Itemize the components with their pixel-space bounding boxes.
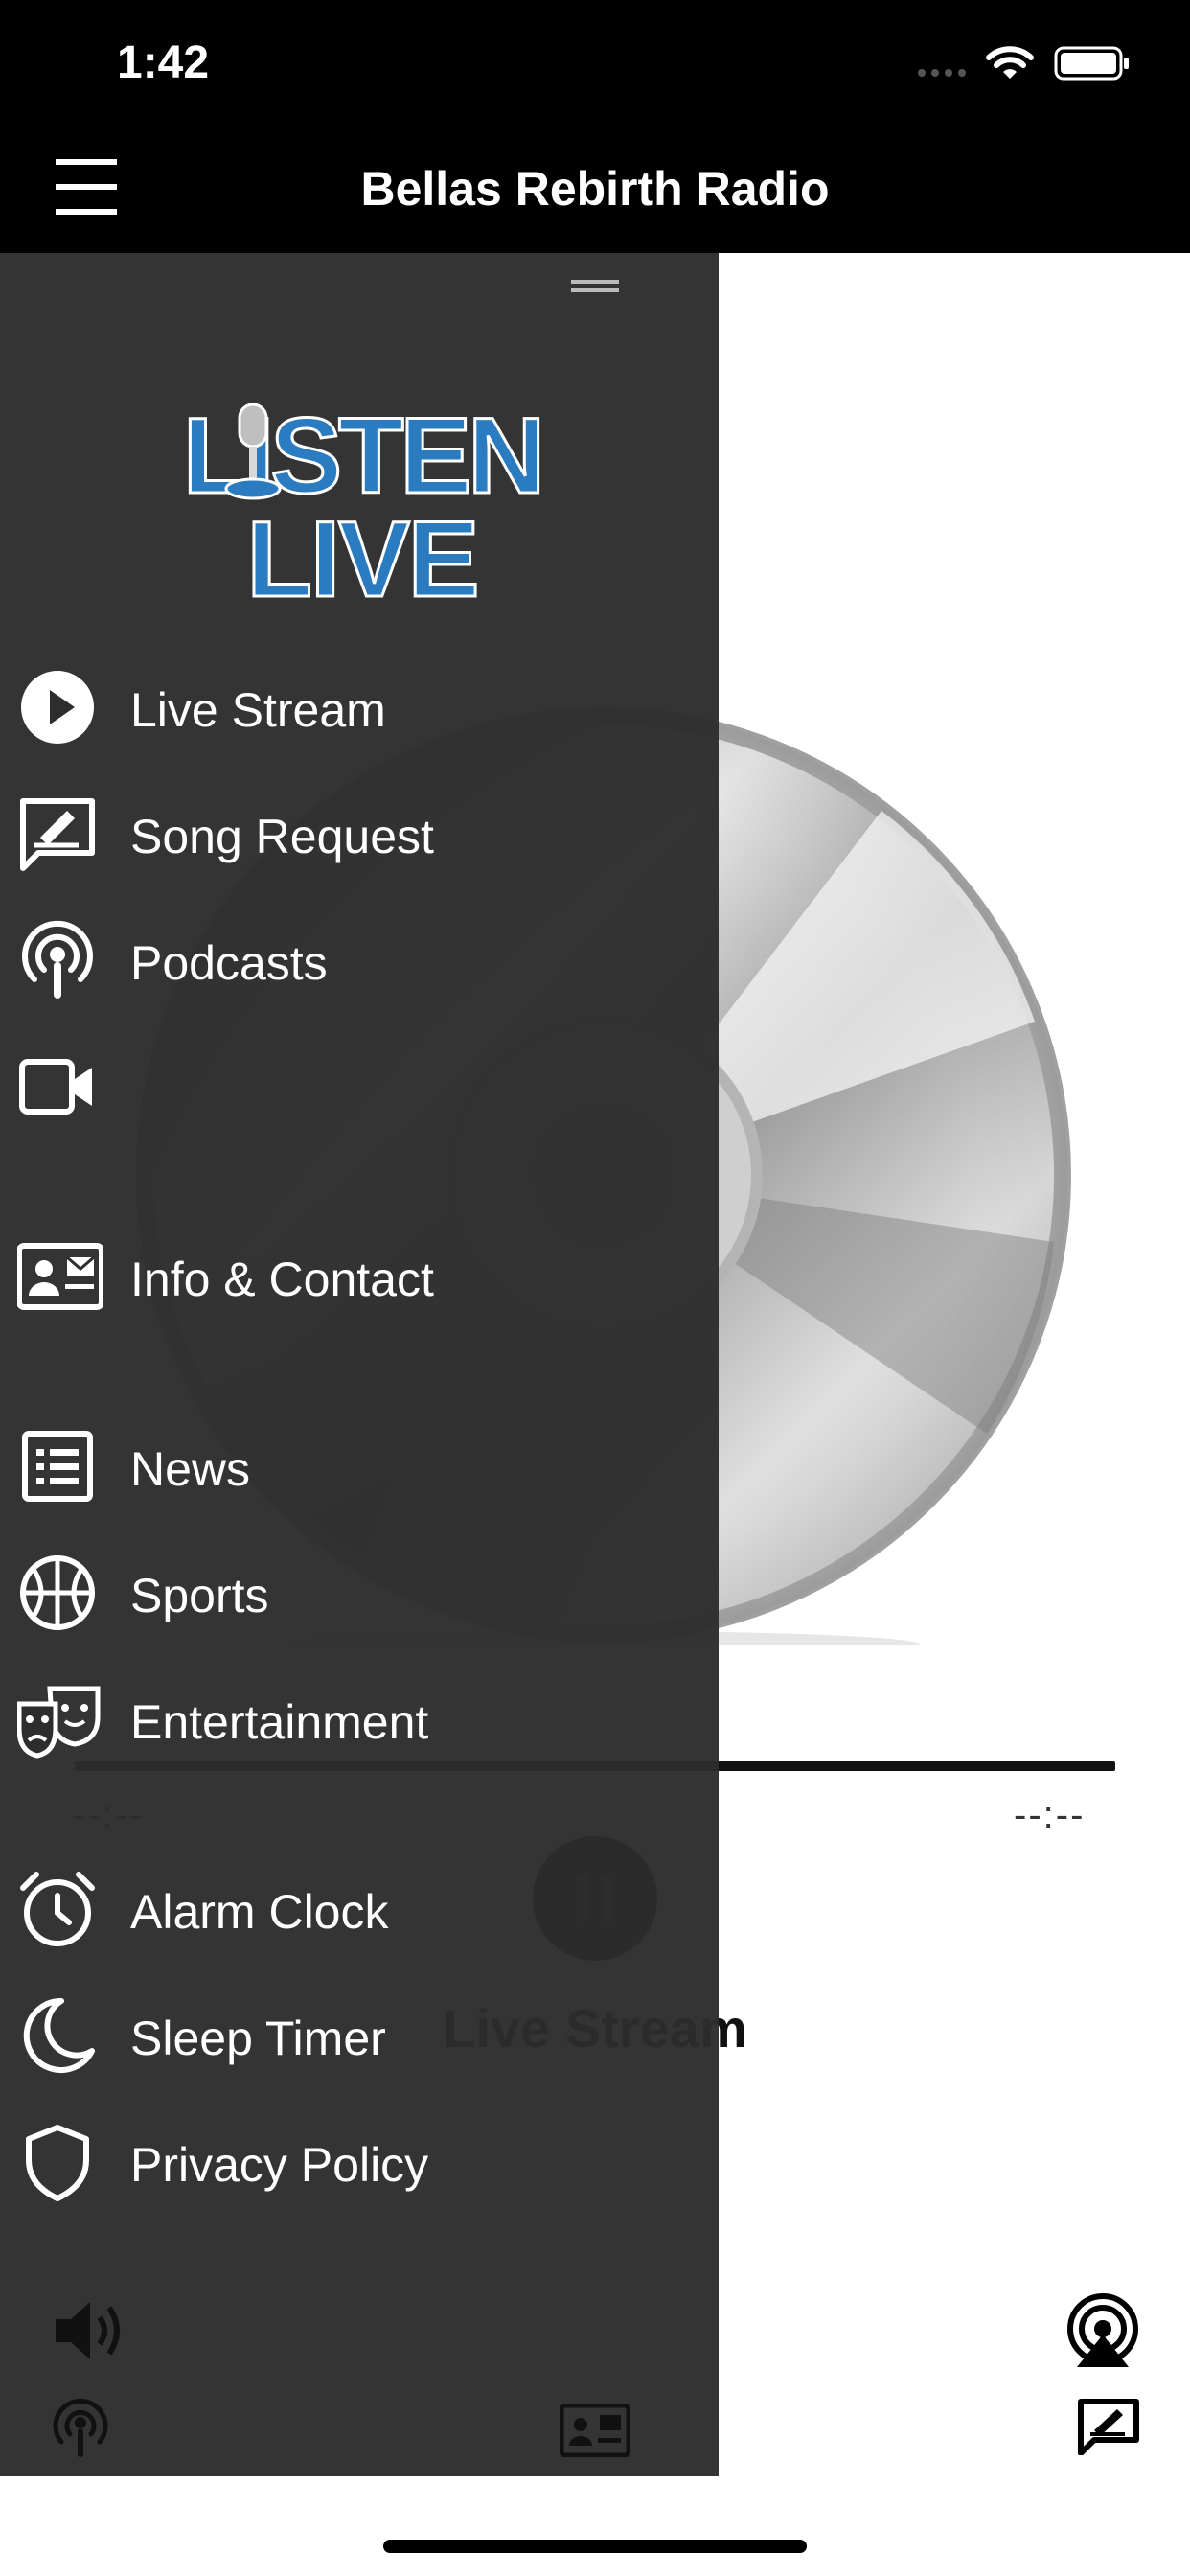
menu-label: Song Request: [130, 810, 434, 863]
wifi-icon: [985, 44, 1035, 82]
contact-toolbar-icon[interactable]: [560, 2404, 630, 2457]
menu-item-podcasts[interactable]: Podcasts: [0, 905, 719, 1010]
app-title: Bellas Rebirth Radio: [360, 162, 830, 216]
video-camera-icon: [17, 1046, 98, 1127]
pen-signature-icon: [17, 794, 98, 874]
news-list-icon: [17, 1426, 98, 1506]
song-request-icon[interactable]: [1077, 2398, 1140, 2455]
menu-item-sleep-timer[interactable]: Sleep Timer: [0, 1980, 719, 2085]
menu-item-live-stream[interactable]: Live Stream: [0, 652, 719, 757]
logo-line-2: LIVE: [247, 499, 478, 602]
menu-item-privacy-policy[interactable]: Privacy Policy: [0, 2106, 719, 2212]
menu-label: Sleep Timer: [130, 2012, 386, 2065]
shield-icon: [17, 2122, 98, 2202]
menu-item-alarm-clock[interactable]: Alarm Clock: [0, 1853, 719, 1959]
menu-label: Podcasts: [130, 936, 328, 990]
menu-label: Entertainment: [130, 1695, 429, 1749]
menu-item-entertainment[interactable]: Entertainment: [0, 1664, 719, 1769]
menu-label: Privacy Policy: [130, 2138, 429, 2192]
alarm-clock-icon: [17, 1869, 98, 1949]
play-circle-icon: [17, 667, 98, 748]
menu-item-sports[interactable]: Sports: [0, 1537, 719, 1643]
menu-item-news[interactable]: News: [0, 1411, 719, 1516]
contact-card-icon: [17, 1236, 103, 1317]
battery-icon: [1054, 46, 1131, 80]
remaining-time: --:--: [1014, 1794, 1086, 1836]
podcast-icon: [17, 920, 98, 1000]
theater-masks-icon: [17, 1679, 101, 1760]
basketball-icon: [17, 1552, 98, 1633]
podcast-toolbar-icon[interactable]: [50, 2396, 111, 2459]
moon-icon: [17, 1995, 98, 2076]
menu-label: Sports: [130, 1569, 269, 1622]
airplay-icon[interactable]: [1062, 2292, 1144, 2369]
volume-icon[interactable]: [52, 2296, 128, 2365]
menu-item-video[interactable]: [0, 1031, 719, 1137]
menu-label: Info & Contact: [130, 1253, 434, 1306]
menu-item-song-request[interactable]: Song Request: [0, 778, 719, 884]
menu-label: News: [130, 1442, 251, 1496]
drawer-handle[interactable]: [571, 280, 619, 293]
logo-line-1: LISTEN: [183, 401, 541, 516]
menu-label: Live Stream: [130, 683, 386, 737]
menu-item-info-contact[interactable]: Info & Contact: [0, 1221, 719, 1326]
listen-live-logo: LISTEN LIVE: [161, 401, 563, 602]
menu-label: Alarm Clock: [130, 1885, 389, 1939]
status-time: 1:42: [117, 37, 210, 88]
cellular-signal-icon: [916, 61, 970, 80]
home-indicator[interactable]: [383, 2540, 807, 2553]
